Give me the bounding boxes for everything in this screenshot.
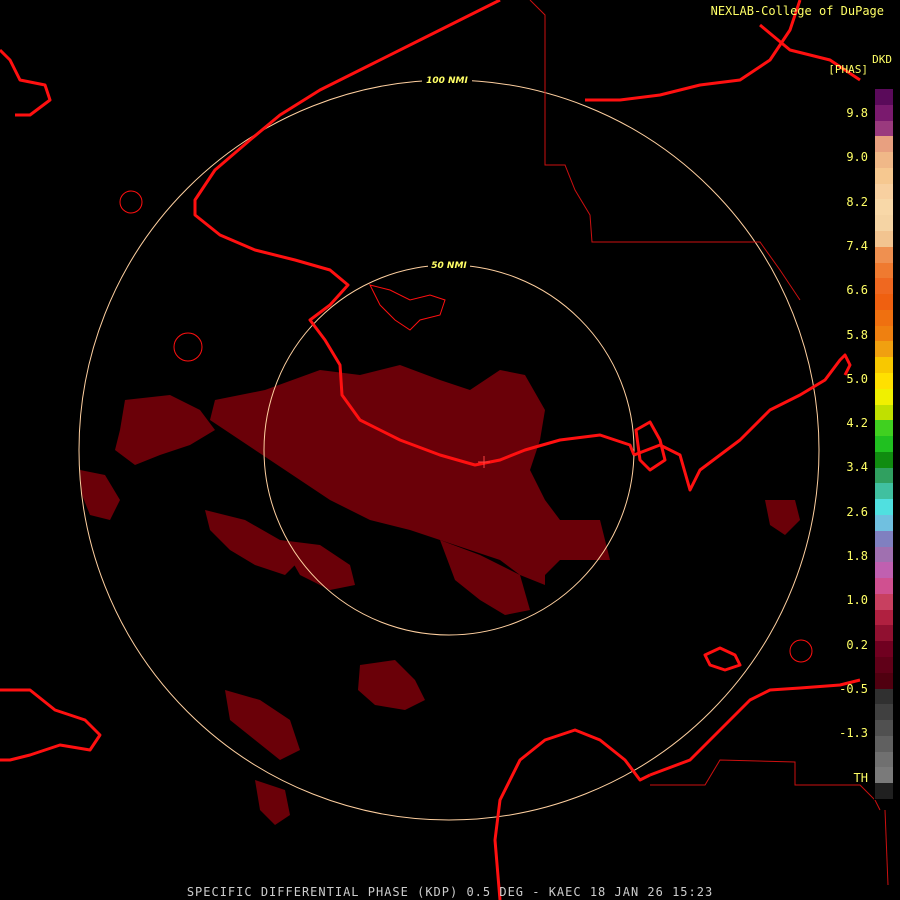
color-scale-swatch: [875, 704, 893, 721]
bay-outline: [369, 284, 446, 331]
color-scale-swatch: [875, 593, 893, 610]
color-scale-tick-label: -1.3: [839, 726, 868, 741]
color-scale-swatch: [875, 262, 893, 279]
color-scale-swatch: [875, 515, 893, 531]
color-scale-swatch: [875, 672, 893, 689]
coastline-west: [0, 48, 52, 117]
lake-east: [789, 639, 813, 663]
color-scale-swatch: [875, 657, 893, 673]
color-scale-swatch: [875, 309, 893, 326]
state-boundaries: [529, 0, 889, 886]
coastline-south-peninsula: [493, 728, 651, 900]
color-scale-swatch: [875, 136, 893, 153]
ring-label-50nmi: 50 NMI: [431, 261, 467, 271]
color-scale-swatch: [875, 688, 893, 705]
color-scale-tick-label: 4.2: [846, 416, 868, 431]
color-scale-swatch: [875, 167, 893, 184]
units-label: [PHAS]: [828, 63, 868, 76]
color-scale-tick-label: 9.8: [846, 106, 868, 120]
color-scale-swatch: [875, 199, 893, 216]
color-scale-swatch: [875, 420, 893, 437]
color-scale-swatch: [875, 483, 893, 500]
color-scale-swatch: [875, 278, 893, 295]
color-scale-tick-label: 9.0: [846, 150, 868, 165]
color-scale-tick-label: 1.0: [846, 593, 868, 608]
echo-band-west: [115, 395, 215, 465]
color-scale-swatch: [875, 530, 893, 547]
color-scale-swatch: [875, 767, 893, 784]
color-scale-swatch: [875, 120, 893, 137]
color-scale-swatch: [875, 436, 893, 453]
product-caption: SPECIFIC DIFFERENTIAL PHASE (KDP) 0.5 DE…: [186, 885, 714, 899]
color-scale-swatch: [875, 152, 893, 169]
island-mid-east: [634, 420, 667, 472]
lake-west-1: [119, 190, 143, 214]
color-scale-swatch: [875, 499, 893, 516]
color-scale-swatch: [875, 215, 893, 232]
color-scale-tick-label: 5.0: [846, 371, 868, 386]
coastline-southwest: [0, 688, 102, 762]
color-scale-swatch: [875, 404, 893, 421]
color-scale-swatch: [875, 451, 893, 468]
lake-west-2: [173, 332, 203, 362]
credit-text: NEXLAB-College of DuPage: [710, 4, 884, 18]
color-scale-swatch: [875, 246, 893, 263]
color-scale-swatch: [875, 388, 893, 405]
echo-streaks-southwest: [225, 690, 300, 760]
color-scale-tick-label: 6.6: [846, 283, 868, 298]
color-scale-tick-label: 5.8: [846, 327, 868, 342]
color-scale-tick-label: -0.5: [839, 681, 868, 696]
color-scale-swatch: [875, 609, 893, 626]
color-scale-tick-label: 2.6: [846, 504, 868, 519]
color-scale-swatch: [875, 578, 893, 595]
echo-blob-south: [358, 660, 425, 710]
color-scale-bar: [874, 88, 894, 800]
island-east: [703, 646, 742, 672]
color-scale-swatch: [875, 467, 893, 484]
color-scale-tick-label: 8.2: [846, 194, 868, 209]
color-scale-tick-label: 1.8: [846, 549, 868, 563]
color-scale-tick-label: 7.4: [846, 238, 868, 253]
echo-streaks-far-west: [80, 470, 120, 520]
color-scale-swatch: [875, 625, 893, 642]
color-scale-swatch: [875, 641, 893, 658]
color-scale-tick-label: 3.4: [846, 460, 868, 475]
color-scale-swatch: [875, 357, 893, 374]
ring-label-100nmi: 100 NMI: [426, 76, 468, 86]
radar-viewer: 100 NMI 50 NMI NEXLAB-College of DuPage …: [0, 0, 900, 900]
color-scale-swatch: [875, 231, 893, 247]
boundary-southeast: [650, 759, 881, 811]
color-scale-tick-label: 0.2: [846, 637, 868, 652]
color-scale-swatch: [875, 341, 893, 358]
echo-streaks-far-south: [255, 780, 290, 825]
echo-streaks-east: [765, 500, 800, 535]
color-scale-swatch: [875, 104, 893, 121]
color-scale-swatch: [875, 720, 893, 737]
color-scale-swatch: [875, 325, 893, 342]
product-code: DKD: [872, 53, 892, 66]
color-scale-tick-label: TH: [853, 770, 868, 785]
color-scale-swatch: [875, 735, 893, 752]
color-scale-swatch: [875, 751, 893, 768]
color-scale-swatch: [875, 562, 893, 579]
color-scale-swatch: [875, 294, 893, 311]
color-scale-swatch: [875, 183, 893, 200]
color-scale-swatch: [875, 373, 893, 389]
boundary-far-east: [884, 809, 889, 886]
color-scale-swatch: [875, 783, 893, 800]
color-scale-swatch: [875, 89, 893, 105]
radar-map: 100 NMI 50 NMI: [0, 0, 889, 900]
color-scale-swatch: [875, 546, 893, 563]
